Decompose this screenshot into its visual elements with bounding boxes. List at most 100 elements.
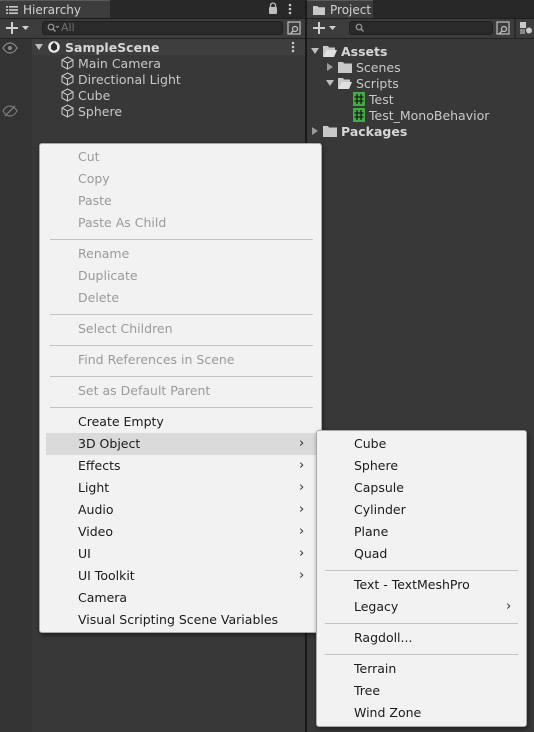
hierarchy-item[interactable]: Main Camera — [61, 55, 161, 71]
folder-label: Packages — [341, 123, 408, 139]
menu-label: Paste — [78, 193, 112, 208]
scene-header[interactable]: SampleScene — [35, 39, 159, 55]
menu-item-ui[interactable]: UI › — [46, 543, 316, 565]
hierarchy-item[interactable]: Directional Light — [61, 71, 181, 87]
submenu-item-quad[interactable]: Quad — [320, 543, 523, 565]
menu-label: Terrain — [354, 661, 397, 676]
hierarchy-item[interactable]: Cube — [61, 87, 110, 103]
visibility-gutter — [0, 39, 32, 732]
menu-item-delete: Delete — [46, 287, 316, 309]
submenu-item-terrain[interactable]: Terrain — [320, 658, 523, 680]
submenu-arrow-icon: › — [299, 568, 305, 583]
lock-icon[interactable] — [268, 2, 278, 15]
menu-item-find-references: Find References in Scene — [46, 349, 316, 371]
collapsed-arrow-icon[interactable] — [326, 63, 334, 71]
more-vertical-icon[interactable] — [288, 3, 292, 15]
menu-label: Quad — [354, 546, 388, 561]
menu-item-audio[interactable]: Audio › — [46, 499, 316, 521]
submenu-item-ragdoll[interactable]: Ragdoll... — [320, 627, 523, 649]
menu-label: Duplicate — [78, 268, 138, 283]
folder-row-assets[interactable]: Assets — [311, 43, 387, 59]
menu-label: Tree — [354, 683, 381, 698]
filter-by-label-icon[interactable] — [519, 21, 533, 35]
submenu-item-legacy[interactable]: Legacy › — [320, 596, 523, 618]
menu-label: Set as Default Parent — [78, 383, 211, 398]
folder-label: Assets — [341, 43, 388, 59]
menu-separator — [50, 345, 313, 346]
open-folder-icon — [338, 77, 352, 89]
folder-row-scenes[interactable]: Scenes — [326, 59, 401, 75]
scene-search-icon[interactable] — [287, 21, 301, 35]
submenu-item-textmeshpro[interactable]: Text - TextMeshPro — [320, 574, 523, 596]
submenu-arrow-icon: › — [299, 458, 305, 473]
add-dropdown-button[interactable] — [6, 21, 32, 35]
menu-label: Wind Zone — [354, 705, 422, 720]
menu-item-light[interactable]: Light › — [46, 477, 316, 499]
menu-label: Cylinder — [354, 502, 406, 517]
menu-label: Plane — [354, 524, 389, 539]
submenu-item-plane[interactable]: Plane — [320, 521, 523, 543]
menu-item-copy: Copy — [46, 168, 316, 190]
menu-label: Paste As Child — [78, 215, 167, 230]
submenu-arrow-icon: › — [299, 480, 305, 495]
script-row-test[interactable]: Test — [353, 91, 394, 107]
gameobject-cube-icon — [61, 72, 74, 86]
menu-label: Cut — [78, 149, 100, 164]
expand-arrow-icon[interactable] — [35, 43, 43, 51]
menu-label: Rename — [78, 246, 130, 261]
folder-icon — [338, 61, 352, 73]
project-search-input[interactable] — [349, 21, 493, 35]
item-label: Cube — [78, 87, 111, 103]
csharp-script-icon — [353, 108, 365, 122]
submenu-arrow-icon: › — [299, 502, 305, 517]
submenu-item-cylinder[interactable]: Cylinder — [320, 499, 523, 521]
menu-item-create-empty[interactable]: Create Empty — [46, 411, 316, 433]
eye-hidden-icon[interactable] — [2, 105, 18, 117]
menu-item-effects[interactable]: Effects › — [46, 455, 316, 477]
submenu-item-cube[interactable]: Cube — [320, 433, 523, 455]
menu-separator — [325, 654, 518, 655]
scene-menu-icon[interactable] — [291, 41, 295, 53]
folder-row-packages[interactable]: Packages — [311, 123, 407, 139]
menu-label: Effects — [78, 458, 121, 473]
tab-hierarchy[interactable]: Hierarchy — [0, 0, 110, 18]
menu-item-3d-object[interactable]: 3D Object › — [46, 433, 316, 455]
script-row-test-mono[interactable]: Test_MonoBehavior — [353, 107, 489, 123]
menu-item-camera[interactable]: Camera — [46, 587, 316, 609]
submenu-item-tree[interactable]: Tree — [320, 680, 523, 702]
submenu-item-sphere[interactable]: Sphere — [320, 455, 523, 477]
item-label: Main Camera — [78, 55, 161, 71]
submenu-arrow-icon: › — [506, 599, 512, 614]
expand-arrow-icon[interactable] — [326, 79, 334, 87]
submenu-item-capsule[interactable]: Capsule — [320, 477, 523, 499]
tab-project[interactable]: Project — [307, 0, 373, 18]
search-icon — [355, 23, 365, 33]
menu-label: Capsule — [354, 480, 404, 495]
folder-row-scripts[interactable]: Scripts — [326, 75, 399, 91]
menu-label: 3D Object — [78, 436, 141, 451]
submenu-item-wind-zone[interactable]: Wind Zone — [320, 702, 523, 724]
file-label: Test — [369, 91, 394, 107]
submenu-3d-object: Cube Sphere Capsule Cylinder Plane Quad … — [316, 430, 527, 727]
hierarchy-tabstrip: Hierarchy — [0, 0, 305, 19]
folder-icon — [323, 125, 337, 137]
expand-arrow-icon[interactable] — [311, 47, 319, 55]
collapsed-arrow-icon[interactable] — [311, 127, 319, 135]
menu-separator — [50, 239, 313, 240]
menu-item-set-default-parent: Set as Default Parent — [46, 380, 316, 402]
hierarchy-item[interactable]: Sphere — [61, 103, 122, 119]
search-by-type-icon[interactable] — [496, 21, 510, 35]
search-placeholder: All — [61, 21, 75, 34]
menu-item-ui-toolkit[interactable]: UI Toolkit › — [46, 565, 316, 587]
hierarchy-search-input[interactable]: All — [42, 21, 283, 35]
menu-label: Audio — [78, 502, 114, 517]
menu-item-video[interactable]: Video › — [46, 521, 316, 543]
eye-icon[interactable] — [2, 42, 18, 54]
context-menu: Cut Copy Paste Paste As Child Rename Dup… — [39, 143, 322, 633]
menu-item-rename: Rename — [46, 243, 316, 265]
create-dropdown-button[interactable] — [313, 21, 339, 35]
menu-label: Sphere — [354, 458, 399, 473]
open-folder-icon — [323, 45, 337, 57]
menu-item-visual-scripting-scene-variables[interactable]: Visual Scripting Scene Variables — [46, 609, 316, 631]
menu-label: Camera — [78, 590, 128, 605]
